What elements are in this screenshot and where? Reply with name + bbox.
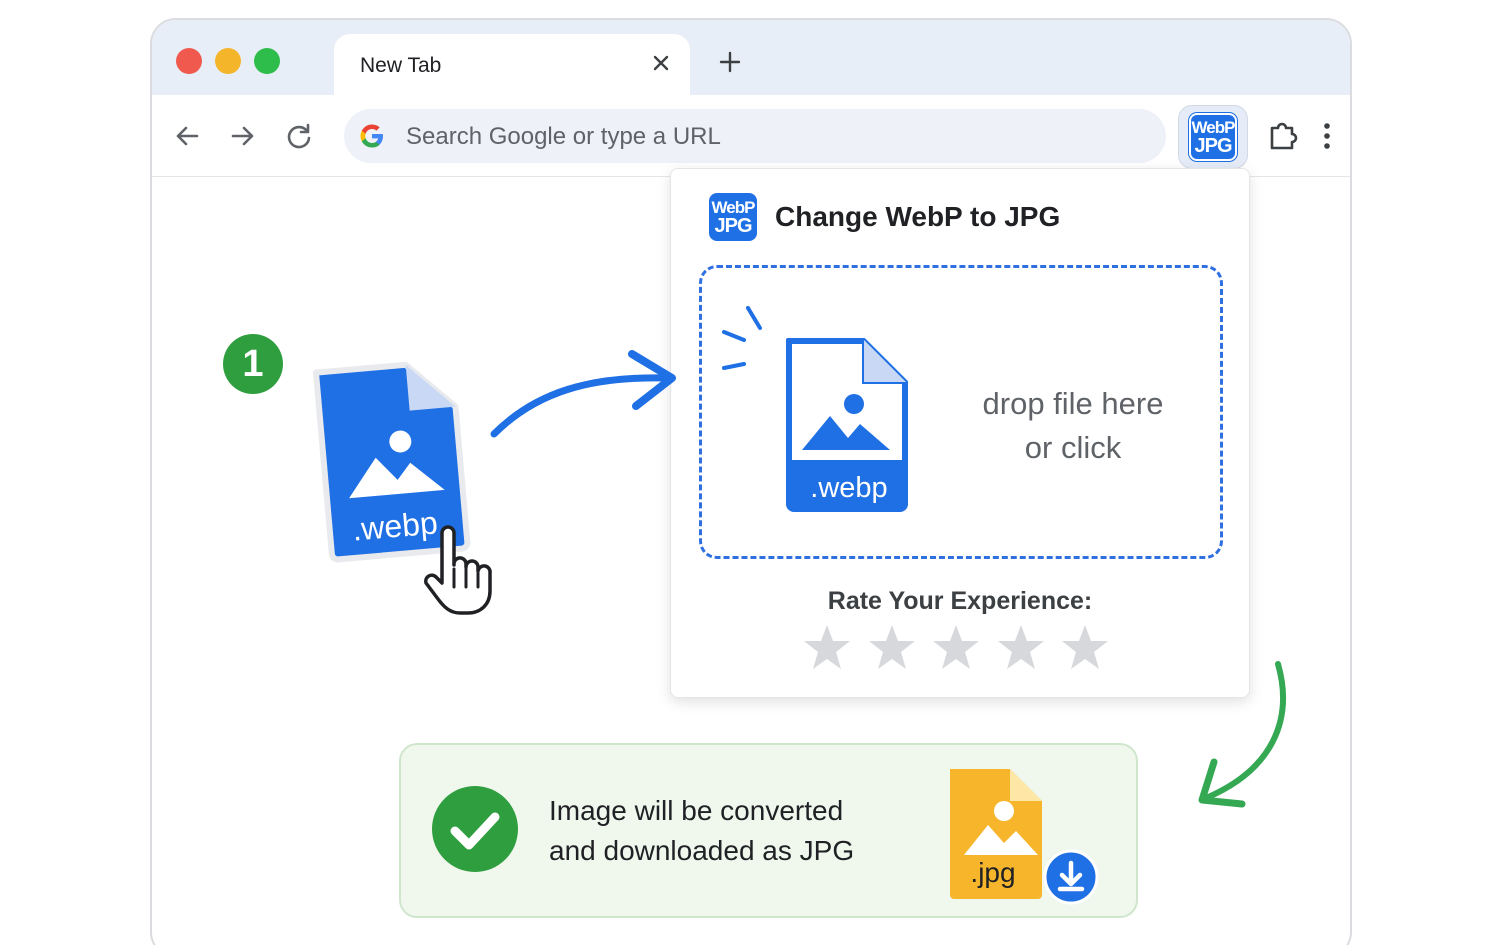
tab-title: New Tab bbox=[360, 54, 442, 77]
maximize-window-button[interactable] bbox=[254, 48, 280, 74]
popup-logo-line2: JPG bbox=[714, 215, 752, 237]
back-arrow-icon[interactable] bbox=[168, 117, 206, 155]
conversion-result-box: Image will be converted and downloaded a… bbox=[399, 743, 1138, 918]
star-rating bbox=[801, 621, 1111, 673]
star-icon[interactable] bbox=[995, 621, 1047, 673]
star-icon[interactable] bbox=[801, 621, 853, 673]
dropzone-instructions: drop file here or click bbox=[958, 382, 1188, 470]
toolbar: Search Google or type a URL WebP JPG bbox=[152, 95, 1350, 177]
extension-logo-icon: WebP JPG bbox=[1189, 113, 1237, 161]
popup-logo-icon: WebP JPG bbox=[709, 193, 757, 241]
plus-icon[interactable] bbox=[712, 44, 748, 80]
result-line2: and downloaded as JPG bbox=[549, 835, 855, 866]
sparkle-lines-icon bbox=[722, 306, 762, 370]
kebab-menu-icon[interactable] bbox=[1312, 117, 1342, 155]
step-number-badge: 1 bbox=[223, 334, 283, 394]
close-icon[interactable] bbox=[646, 48, 676, 78]
popup-title: Change WebP to JPG bbox=[775, 201, 1061, 232]
download-icon[interactable] bbox=[1043, 849, 1099, 905]
star-icon[interactable] bbox=[930, 621, 982, 673]
close-window-button[interactable] bbox=[176, 48, 202, 74]
result-line1: Image will be converted bbox=[549, 795, 844, 826]
omnibox-placeholder: Search Google or type a URL bbox=[406, 123, 721, 150]
dropzone-line2: or click bbox=[1024, 430, 1122, 465]
google-g-icon bbox=[360, 124, 383, 148]
dropzone-line1: drop file here bbox=[982, 386, 1164, 421]
webp-to-jpg-extension-button[interactable]: WebP JPG bbox=[1178, 105, 1248, 169]
drag-arrow-icon bbox=[490, 350, 676, 438]
extension-popup: WebP JPG Change WebP to JPG .webp drop f… bbox=[670, 168, 1250, 698]
check-circle-icon bbox=[432, 786, 518, 872]
rating-label: Rate Your Experience: bbox=[827, 587, 1093, 615]
minimize-window-button[interactable] bbox=[215, 48, 241, 74]
reload-icon[interactable] bbox=[280, 117, 318, 155]
address-bar[interactable]: Search Google or type a URL bbox=[344, 109, 1166, 163]
extension-logo-line2: JPG bbox=[1194, 135, 1232, 157]
tab-strip: New Tab bbox=[152, 20, 1350, 95]
star-icon[interactable] bbox=[866, 621, 918, 673]
result-file-ext: .jpg bbox=[970, 857, 1016, 888]
hand-pointer-icon bbox=[423, 525, 492, 615]
dropzone-file-ext: .webp bbox=[810, 472, 888, 504]
tab-new-tab[interactable]: New Tab bbox=[334, 34, 690, 95]
forward-arrow-icon[interactable] bbox=[224, 117, 262, 155]
file-drop-zone[interactable]: .webp drop file here or click bbox=[699, 265, 1223, 559]
puzzle-icon[interactable] bbox=[1264, 117, 1302, 155]
result-arrow-icon bbox=[1198, 661, 1286, 808]
result-message: Image will be converted and downloaded a… bbox=[549, 791, 854, 871]
star-icon[interactable] bbox=[1059, 621, 1111, 673]
